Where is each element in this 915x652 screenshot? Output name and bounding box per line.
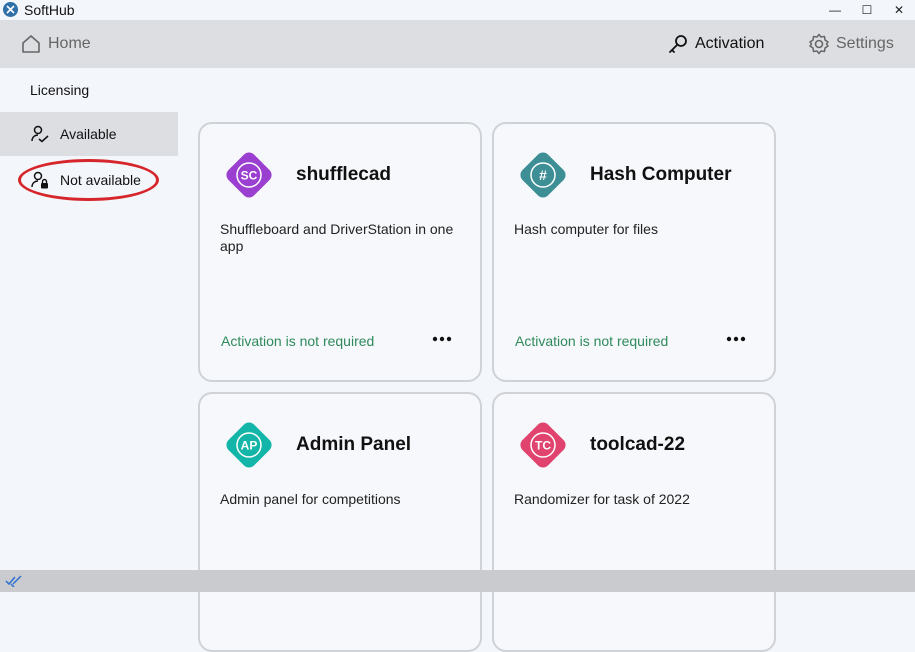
card-title: toolcad-22	[590, 434, 686, 455]
card-title: Admin Panel	[296, 434, 412, 455]
nav-settings-label: Settings	[836, 35, 894, 52]
toolcad-logo-icon: TC	[520, 422, 566, 468]
sidebar-item-not-available[interactable]: Not available	[0, 158, 178, 202]
status-bar	[0, 570, 915, 592]
app-title: SoftHub	[24, 2, 75, 18]
close-button[interactable]: ✕	[884, 0, 914, 20]
hash-computer-logo-icon: #	[520, 152, 566, 198]
card-description: Randomizer for task of 2022	[514, 491, 690, 507]
app-logo-icon	[3, 2, 18, 17]
key-icon	[669, 35, 687, 53]
more-options-icon[interactable]	[724, 327, 748, 351]
home-icon	[22, 35, 40, 53]
nav-activation[interactable]: Activation	[667, 30, 764, 58]
card-initials: SC	[241, 169, 258, 183]
app-card-shufflecad[interactable]: SC shufflecad Shuffleboard and DriverSta…	[198, 122, 482, 382]
card-initials: TC	[535, 439, 551, 453]
minimize-button[interactable]: —	[820, 0, 850, 20]
card-status: Activation is not required	[221, 333, 375, 349]
user-lock-icon	[31, 171, 48, 189]
card-description: Admin panel for competitions	[220, 491, 401, 507]
sidebar: Licensing Available Not available	[0, 68, 178, 570]
title-bar: SoftHub — ☐ ✕	[0, 0, 915, 20]
top-navigation: Home Activation Settings	[0, 20, 915, 68]
app-card-hash-computer[interactable]: # Hash Computer Hash computer for files …	[492, 122, 776, 382]
maximize-button[interactable]: ☐	[852, 0, 882, 20]
nav-settings[interactable]: Settings	[808, 30, 894, 58]
nav-home[interactable]: Home	[20, 30, 91, 58]
admin-panel-logo-icon: AP	[226, 422, 272, 468]
card-description: Hash computer for files	[514, 221, 658, 237]
double-check-icon	[5, 575, 22, 587]
app-card-toolcad-22[interactable]: TC toolcad-22 Randomizer for task of 202…	[492, 392, 776, 652]
more-options-icon[interactable]	[430, 327, 454, 351]
card-description: Shuffleboard and DriverStation in one ap…	[220, 221, 454, 254]
sidebar-header: Licensing	[30, 82, 90, 98]
shufflecad-logo-icon: SC	[226, 152, 272, 198]
user-check-icon	[31, 125, 49, 143]
card-title: Hash Computer	[590, 164, 732, 185]
nav-home-label: Home	[48, 35, 91, 52]
card-initials: AP	[241, 439, 258, 453]
sidebar-item-label: Not available	[60, 172, 141, 188]
gear-icon	[809, 33, 829, 55]
card-title: shufflecad	[296, 164, 392, 185]
app-card-admin-panel[interactable]: AP Admin Panel Admin panel for competiti…	[198, 392, 482, 652]
sidebar-item-available[interactable]: Available	[0, 112, 178, 156]
card-status: Activation is not required	[515, 333, 669, 349]
sidebar-item-label: Available	[60, 126, 117, 142]
card-initials: #	[539, 167, 547, 183]
nav-activation-label: Activation	[695, 35, 765, 52]
